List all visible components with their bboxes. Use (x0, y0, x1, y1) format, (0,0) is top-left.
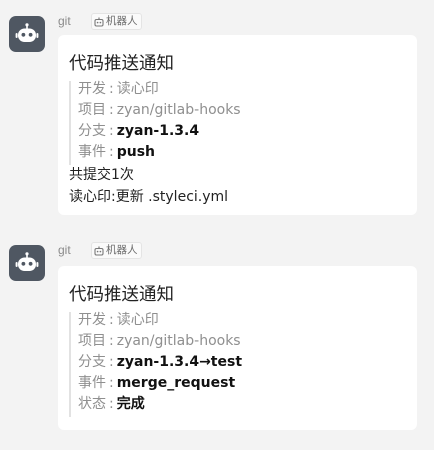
bot-tag: 机器人 (91, 13, 142, 30)
field-value: 完成 (116, 396, 145, 412)
field-developer: 开发: 读心印 (78, 310, 159, 331)
field-separator: : (109, 354, 114, 370)
message-card[interactable]: 代码推送通知 开发: 读心印 项目: zyan/gitlab-hooks 分支: zy… (58, 35, 417, 215)
sender-avatar[interactable] (9, 16, 45, 52)
field-label: 开发 (78, 312, 106, 328)
robot-icon (15, 252, 39, 271)
bot-tag-label: 机器人 (106, 244, 138, 256)
field-label: 分支 (78, 123, 106, 139)
field-label: 分支 (78, 354, 106, 370)
bot-tag: 机器人 (91, 242, 142, 259)
field-separator: : (109, 81, 114, 97)
field-label: 项目 (78, 102, 106, 118)
field-label: 状态 (78, 396, 106, 412)
field-value: zyan/gitlab-hooks (116, 333, 241, 349)
field-list: 开发: 读心印 项目: zyan/gitlab-hooks 分支: zyan-1.3.… (69, 312, 411, 417)
field-separator: : (109, 123, 114, 139)
field-separator: : (109, 312, 114, 328)
field-value: 读心印 (116, 81, 159, 97)
message-card[interactable]: 代码推送通知 开发: 读心印 项目: zyan/gitlab-hooks 分支: zy… (58, 266, 417, 430)
field-label: 事件 (78, 144, 106, 160)
field-label: 项目 (78, 333, 106, 349)
commit-count: 共提交1次 (69, 167, 134, 183)
field-value: merge_request (116, 375, 236, 391)
field-value: zyan-1.3.4 (116, 123, 200, 139)
sender-name[interactable]: git (58, 14, 71, 28)
field-separator: : (109, 144, 114, 160)
robot-icon (94, 17, 104, 27)
field-separator: : (109, 375, 114, 391)
field-project: 项目: zyan/gitlab-hooks (78, 100, 241, 121)
card-title: 代码推送通知 (69, 285, 174, 305)
sender-avatar[interactable] (9, 245, 45, 281)
field-value: push (116, 144, 156, 160)
robot-icon (94, 246, 104, 256)
robot-icon (15, 23, 39, 42)
bot-tag-label: 机器人 (106, 15, 138, 27)
field-separator: : (109, 102, 114, 118)
field-developer: 开发: 读心印 (78, 79, 159, 100)
field-branch: 分支: zyan-1.3.4 (78, 121, 199, 142)
sender-name[interactable]: git (58, 243, 71, 257)
card-title: 代码推送通知 (69, 54, 174, 74)
field-label: 开发 (78, 81, 106, 97)
field-label: 事件 (78, 375, 106, 391)
field-project: 项目: zyan/gitlab-hooks (78, 331, 241, 352)
field-event: 事件: push (78, 142, 155, 163)
field-branch: 分支: zyan-1.3.4→test (78, 352, 242, 373)
field-value: 读心印 (116, 312, 159, 328)
field-separator: : (109, 333, 114, 349)
commit-message: 读心印:更新 .styleci.yml (69, 189, 229, 205)
field-value: zyan-1.3.4→test (116, 354, 243, 370)
field-status: 状态: 完成 (78, 394, 145, 415)
field-separator: : (109, 396, 114, 412)
field-list: 开发: 读心印 项目: zyan/gitlab-hooks 分支: zyan-1.3.… (69, 81, 411, 165)
field-value: zyan/gitlab-hooks (116, 102, 241, 118)
field-event: 事件: merge_request (78, 373, 235, 394)
